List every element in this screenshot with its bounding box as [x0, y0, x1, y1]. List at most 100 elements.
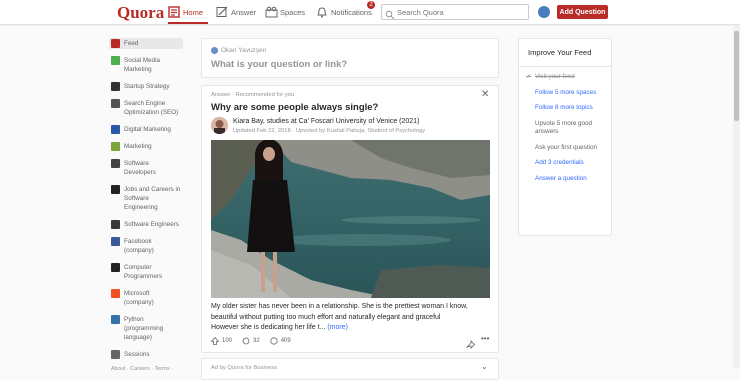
- improve-feed-item[interactable]: · Add 3 credentials: [526, 159, 608, 168]
- nav-answer[interactable]: Answer: [216, 0, 256, 24]
- sidebar-item[interactable]: Jobs and Careers in Software Engineering: [109, 184, 183, 213]
- sidebar-item-label: Software Developers: [124, 160, 156, 176]
- sidebar-item-label: Social Media Marketing: [124, 57, 161, 73]
- marketing-icon: [111, 142, 120, 151]
- sidebar-item-label: Software Engineers: [124, 221, 179, 228]
- improve-feed-item[interactable]: · Upvote 5 more good answers: [526, 120, 608, 137]
- jobs-icon: [111, 185, 120, 194]
- check-icon: ·: [526, 160, 528, 166]
- upvote-button[interactable]: 100: [210, 336, 232, 345]
- share-icon[interactable]: [465, 336, 476, 349]
- search-input[interactable]: [397, 7, 523, 17]
- sidebar-item-label: Digital Marketing: [124, 126, 171, 133]
- improve-feed-item[interactable]: · Follow 8 more topics: [526, 104, 608, 113]
- divider: [519, 66, 611, 67]
- python-icon: [111, 315, 120, 324]
- improve-feed-item-label: Ask your first question: [535, 143, 597, 151]
- improve-feed-item[interactable]: ✓ Visit your feed: [526, 73, 608, 82]
- improve-feed-item-label: Follow 8 more topics: [535, 104, 593, 111]
- feed-icon: [111, 39, 120, 48]
- search-box[interactable]: [381, 4, 529, 20]
- sidebar-item[interactable]: Software Developers: [109, 158, 183, 178]
- answer-body-line: However she is dedicating her life t... …: [211, 323, 493, 334]
- ask-prompt[interactable]: What is your question or link?: [211, 59, 347, 70]
- nav-home-label: Home: [183, 7, 204, 17]
- social-media-icon: [111, 56, 120, 65]
- improve-feed-item-label: Answer a question: [535, 174, 587, 182]
- improve-feed-item-label: Visit your feed: [535, 73, 575, 80]
- search-icon: [385, 7, 395, 20]
- answer-actions: 100 32 409: [210, 336, 491, 346]
- share-count-button[interactable]: 32: [242, 337, 260, 345]
- author-credential[interactable]: Kiara Bay, studies at Ca' Foscari Univer…: [233, 118, 419, 125]
- sidebar-item-label: Feed: [124, 40, 139, 47]
- author-avatar[interactable]: [211, 117, 228, 134]
- nav-answer-label: Answer: [231, 7, 257, 17]
- microsoft-icon: [111, 289, 120, 298]
- sessions-icon: [111, 350, 120, 359]
- sidebar-item[interactable]: Sessions: [109, 349, 183, 360]
- top-header: Quora Home Answer Spaces Notifications 2…: [0, 0, 740, 25]
- sidebar-item-label: Facebook (company): [124, 238, 154, 254]
- sidebar-item-label: Python (programming language): [124, 316, 164, 341]
- improve-feed-list: ✓ Visit your feed · Follow 5 more spaces · Fo…: [526, 73, 608, 190]
- chevron-down-icon[interactable]: ⌄: [481, 362, 488, 371]
- nav-notifications[interactable]: Notifications: [316, 0, 372, 24]
- sidebar-item[interactable]: Search Engine Optimization (SEO): [109, 98, 183, 118]
- sidebar-item[interactable]: Feed: [109, 38, 183, 49]
- answer-body-line: beautiful without putting too much effor…: [211, 313, 441, 321]
- more-link[interactable]: (more): [327, 324, 348, 331]
- nav-spaces[interactable]: Spaces: [265, 0, 305, 24]
- sidebar-item[interactable]: Startup Strategy: [109, 81, 183, 92]
- facebook-icon: [111, 237, 120, 246]
- reshare-icon: [242, 337, 250, 345]
- more-options-icon[interactable]: •••: [481, 334, 489, 343]
- ask-user: Okan Yavuzşen: [211, 47, 266, 54]
- quora-logo[interactable]: Quora: [117, 3, 164, 23]
- nav-home[interactable]: Home: [168, 0, 203, 24]
- nav-notifications-label: Notifications: [331, 7, 372, 17]
- answer-body-line-text: However she is dedicating her life t...: [211, 324, 326, 331]
- answer-body: My older sister has never been in a rela…: [211, 302, 493, 334]
- improve-feed-panel: Improve Your Feed ✓ Visit your feed · Follo…: [518, 38, 612, 236]
- improve-feed-item[interactable]: · Follow 5 more spaces: [526, 89, 608, 98]
- sidebar-item[interactable]: Digital Marketing: [109, 124, 183, 135]
- sidebar-item[interactable]: Facebook (company): [109, 236, 183, 256]
- sidebar-item[interactable]: Social Media Marketing: [109, 55, 183, 75]
- bell-icon: [316, 6, 328, 18]
- page-scrollbar[interactable]: [733, 25, 740, 368]
- active-tab-indicator: [168, 22, 208, 24]
- programmers-icon: [111, 263, 120, 272]
- sidebar-item[interactable]: Python (programming language): [109, 314, 183, 343]
- answer-photo: [211, 140, 490, 298]
- improve-feed-title: Improve Your Feed: [528, 48, 592, 57]
- user-avatar[interactable]: [538, 6, 550, 18]
- improve-feed-item-label: Follow 5 more spaces: [535, 88, 597, 96]
- check-icon: ·: [526, 175, 528, 182]
- check-icon: ·: [526, 144, 528, 151]
- sidebar-item[interactable]: Microsoft (company): [109, 288, 183, 308]
- ask-question-card[interactable]: Okan Yavuzşen What is your question or l…: [201, 38, 499, 78]
- sidebar-item[interactable]: Computer Programmers: [109, 262, 183, 282]
- sidebar-footer-links[interactable]: About · Careers · Terms ·: [109, 366, 183, 372]
- improve-feed-item[interactable]: · Answer a question: [526, 175, 608, 184]
- software-engineers-icon: [111, 220, 120, 229]
- comments-button[interactable]: 409: [270, 337, 291, 345]
- improve-feed-item-label: Upvote 5 more good answers: [535, 119, 593, 136]
- reshare-count: 32: [253, 338, 260, 344]
- pencil-icon: [216, 6, 228, 18]
- question-title[interactable]: Why are some people always single?: [211, 102, 378, 113]
- add-question-button[interactable]: Add Question: [557, 5, 608, 19]
- sidebar-item[interactable]: Software Engineers: [109, 219, 183, 230]
- dismiss-icon[interactable]: ✕: [481, 89, 489, 100]
- check-icon: ✓: [526, 74, 532, 80]
- spaces-icon: [265, 6, 278, 18]
- sidebar-item-label: Microsoft (company): [124, 290, 154, 306]
- scrollbar-thumb[interactable]: [734, 31, 739, 121]
- answer-updated: Updated Feb 22, 2018 · Upvoted by Kushal…: [233, 128, 426, 134]
- sidebar-item-label: Jobs and Careers in Software Engineering: [124, 186, 181, 211]
- sidebar-item[interactable]: Marketing: [109, 141, 183, 152]
- improve-feed-item[interactable]: · Ask your first question: [526, 144, 608, 153]
- home-icon: [168, 6, 180, 18]
- check-icon: ·: [526, 89, 528, 96]
